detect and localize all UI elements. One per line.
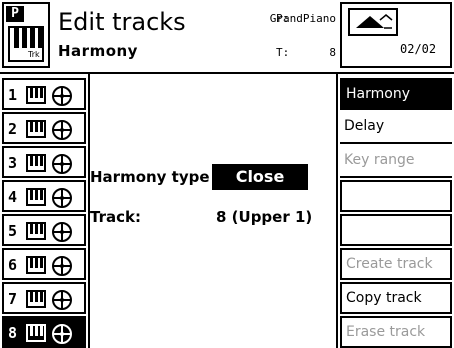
track-button-7[interactable]: 7 (2, 282, 86, 314)
header: P Trk Edit tracks Harmony P: GrandPiano … (0, 0, 454, 72)
track-label: Track: (90, 208, 141, 226)
side-menu: Harmony Delay Key range Create track Cop… (340, 78, 452, 348)
track-number: 5 (8, 222, 18, 240)
page-title: Edit tracks (58, 8, 186, 36)
page-nav: 02/02 (340, 2, 452, 68)
reel-icon (52, 86, 72, 106)
track-number: 8 (8, 324, 18, 342)
harmony-type-selector[interactable]: Close (212, 164, 308, 190)
keyboard-icon (26, 324, 46, 342)
menu-item-harmony[interactable]: Harmony (340, 78, 452, 110)
track-button-3[interactable]: 3 (2, 146, 86, 178)
track-button-5[interactable]: 5 (2, 214, 86, 246)
keyboard-icon (26, 86, 46, 104)
icon-tag: Trk (28, 50, 40, 59)
track-indicator-value: 8 (329, 46, 336, 59)
keyboard-icon (26, 120, 46, 138)
keyboard-icon (26, 154, 46, 172)
header-divider (0, 72, 454, 74)
track-button-2[interactable]: 2 (2, 112, 86, 144)
track-indicator-label: T: (276, 46, 290, 59)
track-button-6[interactable]: 6 (2, 248, 86, 280)
menu-item-create-track[interactable]: Create track (340, 248, 452, 280)
menu-item-empty-2[interactable] (340, 214, 452, 246)
reel-icon (52, 188, 72, 208)
keyboard-icon (26, 188, 46, 206)
menu-item-copy-track[interactable]: Copy track (340, 282, 452, 314)
track-edit-icon: P Trk (2, 2, 50, 68)
track-number: 3 (8, 154, 18, 172)
track-value[interactable]: 8 (Upper 1) (216, 208, 312, 226)
harmony-type-label: Harmony type (90, 168, 210, 186)
track-button-8[interactable]: 8 (2, 316, 86, 348)
reel-icon (52, 154, 72, 174)
track-number: 7 (8, 290, 18, 308)
track-button-4[interactable]: 4 (2, 180, 86, 212)
p-badge: P (6, 6, 24, 22)
right-divider (336, 74, 338, 348)
menu-item-erase-track[interactable]: Erase track (340, 316, 452, 348)
reel-icon (52, 324, 72, 344)
page-indicator: 02/02 (400, 42, 437, 56)
scroll-up-arrow-icon[interactable] (348, 8, 398, 36)
track-number: 1 (8, 86, 18, 104)
performance-value: GrandPiano (269, 12, 336, 25)
menu-item-empty-1[interactable] (340, 180, 452, 212)
reel-icon (52, 222, 72, 242)
menu-item-key-range[interactable]: Key range (340, 146, 452, 178)
reel-icon (52, 120, 72, 140)
track-number: 4 (8, 188, 18, 206)
track-number: 2 (8, 120, 18, 138)
track-number: 6 (8, 256, 18, 274)
reel-icon (52, 256, 72, 276)
keyboard-icon (26, 256, 46, 274)
track-list: 1 2 3 4 5 6 7 8 (2, 78, 86, 348)
keyboard-icon (26, 222, 46, 240)
page-subtitle: Harmony (58, 42, 138, 60)
keyboard-icon (26, 290, 46, 308)
menu-item-delay[interactable]: Delay (340, 112, 452, 144)
reel-icon (52, 290, 72, 310)
track-button-1[interactable]: 1 (2, 78, 86, 110)
